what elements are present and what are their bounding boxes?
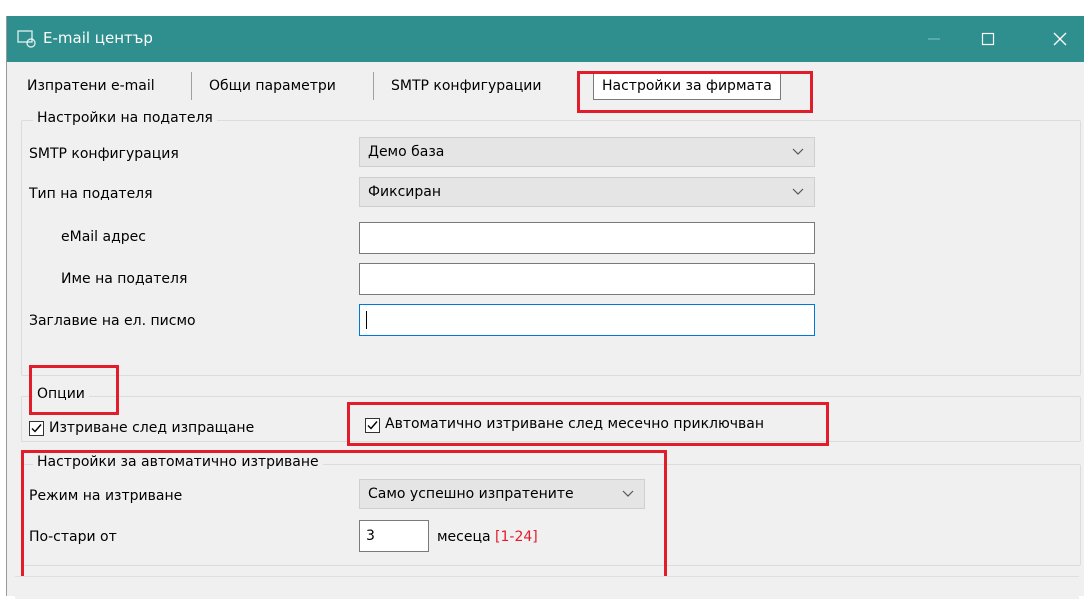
- smtp-config-select[interactable]: Демо база: [359, 137, 815, 167]
- delete-mode-label: Режим на изтриване: [29, 488, 183, 504]
- text-caret: [366, 311, 367, 329]
- tab-separator: [191, 72, 192, 100]
- email-subject-label: Заглавие на ел. писмо: [29, 313, 196, 329]
- tab-sent-emails[interactable]: Изпратени e-mail: [19, 74, 163, 98]
- options-legend: Опции: [33, 386, 89, 402]
- smtp-config-value: Демо база: [368, 144, 445, 160]
- range-hint: [1-24]: [495, 529, 538, 545]
- document-strip: [0, 0, 1084, 10]
- delete-after-send-checkbox[interactable]: [29, 421, 44, 436]
- months-unit: месеца: [437, 529, 491, 545]
- sender-type-select[interactable]: Фиксиран: [359, 177, 815, 207]
- maximize-button[interactable]: [965, 16, 1011, 62]
- sender-type-label: Тип на подателя: [29, 186, 153, 202]
- chevron-down-icon: [792, 148, 804, 155]
- window-app-icon: [17, 30, 36, 48]
- checkmark-icon: [367, 421, 378, 430]
- tab-separator: [373, 72, 374, 100]
- email-address-input[interactable]: [359, 222, 815, 254]
- chevron-down-icon: [622, 490, 634, 497]
- tab-general-parameters[interactable]: Общи параметри: [201, 74, 344, 98]
- email-address-label: eMail адрес: [61, 229, 146, 245]
- auto-delete-monthly-label[interactable]: Автоматично изтриване след месечно прикл…: [385, 416, 819, 432]
- minimize-icon: [928, 38, 940, 40]
- older-than-input[interactable]: 3: [359, 520, 429, 552]
- sender-settings-legend: Настройки на подателя: [33, 110, 217, 126]
- smtp-config-label: SMTP конфигурация: [29, 146, 179, 162]
- tab-smtp-configurations[interactable]: SMTP конфигурации: [383, 74, 550, 98]
- chevron-down-icon: [792, 188, 804, 195]
- tab-strip: Изпратени e-mail Общи параметри SMTP кон…: [7, 62, 1084, 114]
- delete-after-send-label[interactable]: Изтриване след изпращане: [49, 420, 254, 436]
- email-center-window: E-mail център Изпратени e-mail Общи пара…: [6, 16, 1084, 599]
- close-button[interactable]: [1037, 16, 1083, 62]
- sender-type-value: Фиксиран: [368, 184, 442, 200]
- checkmark-icon: [31, 424, 42, 433]
- email-subject-input[interactable]: [359, 304, 815, 336]
- minimize-button[interactable]: [911, 16, 957, 62]
- auto-delete-monthly-checkbox[interactable]: [365, 418, 380, 433]
- sender-name-input[interactable]: [359, 263, 815, 295]
- months-label: месеца [1-24]: [437, 529, 538, 545]
- window-title: E-mail център: [43, 29, 153, 47]
- sender-name-label: Име на подателя: [61, 271, 188, 287]
- older-than-label: По-стари от: [29, 529, 117, 545]
- close-icon: [1053, 32, 1067, 46]
- maximize-icon: [981, 32, 995, 46]
- auto-delete-settings-legend: Настройки за автоматично изтриване: [33, 454, 323, 470]
- tab-company-settings[interactable]: Настройки за фирмата: [593, 72, 781, 100]
- delete-mode-select[interactable]: Само успешно изпратените: [359, 479, 645, 509]
- title-bar: E-mail център: [7, 16, 1084, 62]
- delete-mode-value: Само успешно изпратените: [368, 486, 574, 502]
